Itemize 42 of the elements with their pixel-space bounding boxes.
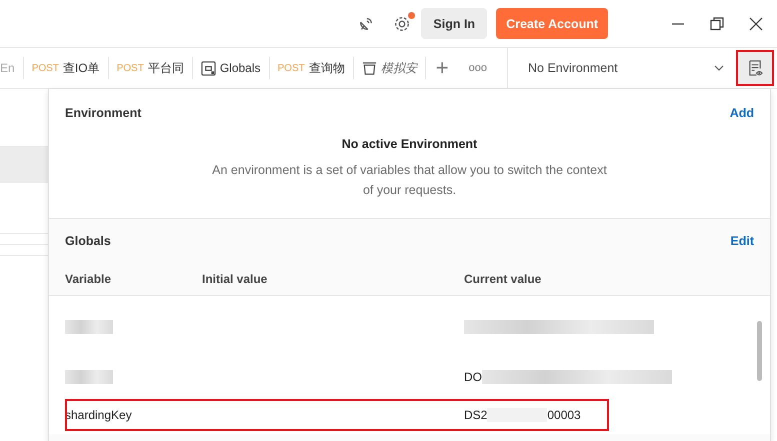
scrollbar[interactable] bbox=[757, 321, 762, 381]
settings-icon[interactable] bbox=[393, 14, 412, 32]
restore-icon[interactable] bbox=[710, 16, 724, 30]
chevron-down-icon bbox=[714, 65, 724, 71]
column-header: Initial value bbox=[202, 272, 268, 286]
tab-label: 模拟安 bbox=[380, 60, 417, 76]
request-tab[interactable]: POST 查IO单 bbox=[24, 57, 109, 79]
globals-icon bbox=[200, 60, 216, 76]
tab-label: 查询物 bbox=[308, 60, 345, 76]
more-button[interactable]: ooo bbox=[458, 62, 497, 74]
environment-quick-look-button[interactable] bbox=[736, 50, 774, 86]
tab-label: 平台同 bbox=[148, 60, 184, 76]
redacted-value bbox=[65, 370, 113, 384]
environment-dropdown[interactable]: No Environment bbox=[508, 48, 736, 88]
sign-in-button[interactable]: Sign In bbox=[421, 8, 488, 39]
request-tab[interactable]: 模拟安 bbox=[354, 57, 426, 79]
tab-label: Globals bbox=[220, 61, 261, 75]
new-tab-button[interactable]: + bbox=[426, 55, 459, 81]
edit-link[interactable]: Edit bbox=[730, 234, 754, 248]
eye-list-icon bbox=[746, 60, 764, 76]
table-cell: shardingKey bbox=[65, 408, 132, 422]
close-icon[interactable] bbox=[749, 16, 763, 30]
empty-description: An environment is a set of variables that allow you to switch the context of your requests. bbox=[211, 162, 608, 199]
collection-icon bbox=[362, 60, 377, 76]
column-header: Variable bbox=[65, 272, 112, 286]
tab-label: 查IO单 bbox=[62, 60, 100, 76]
method-label: POST bbox=[278, 62, 305, 74]
section-title: Globals bbox=[65, 234, 111, 248]
add-link[interactable]: Add bbox=[730, 106, 754, 120]
request-tab[interactable]: POST 平台同 bbox=[108, 57, 193, 79]
table-cell: DO bbox=[464, 370, 482, 384]
column-header: Current value bbox=[464, 272, 542, 286]
tab-label: En bbox=[0, 61, 15, 75]
request-tab[interactable]: POST 查询物 bbox=[270, 57, 354, 79]
table-cell: DS2 bbox=[464, 408, 488, 422]
empty-title: No active Environment bbox=[342, 137, 478, 151]
method-label: POST bbox=[32, 62, 59, 74]
table-cell: 00003 bbox=[547, 408, 581, 422]
method-label: POST bbox=[116, 62, 144, 74]
request-tab[interactable]: Globals bbox=[192, 57, 270, 79]
redacted-value bbox=[65, 320, 113, 334]
section-title: Environment bbox=[65, 106, 142, 120]
